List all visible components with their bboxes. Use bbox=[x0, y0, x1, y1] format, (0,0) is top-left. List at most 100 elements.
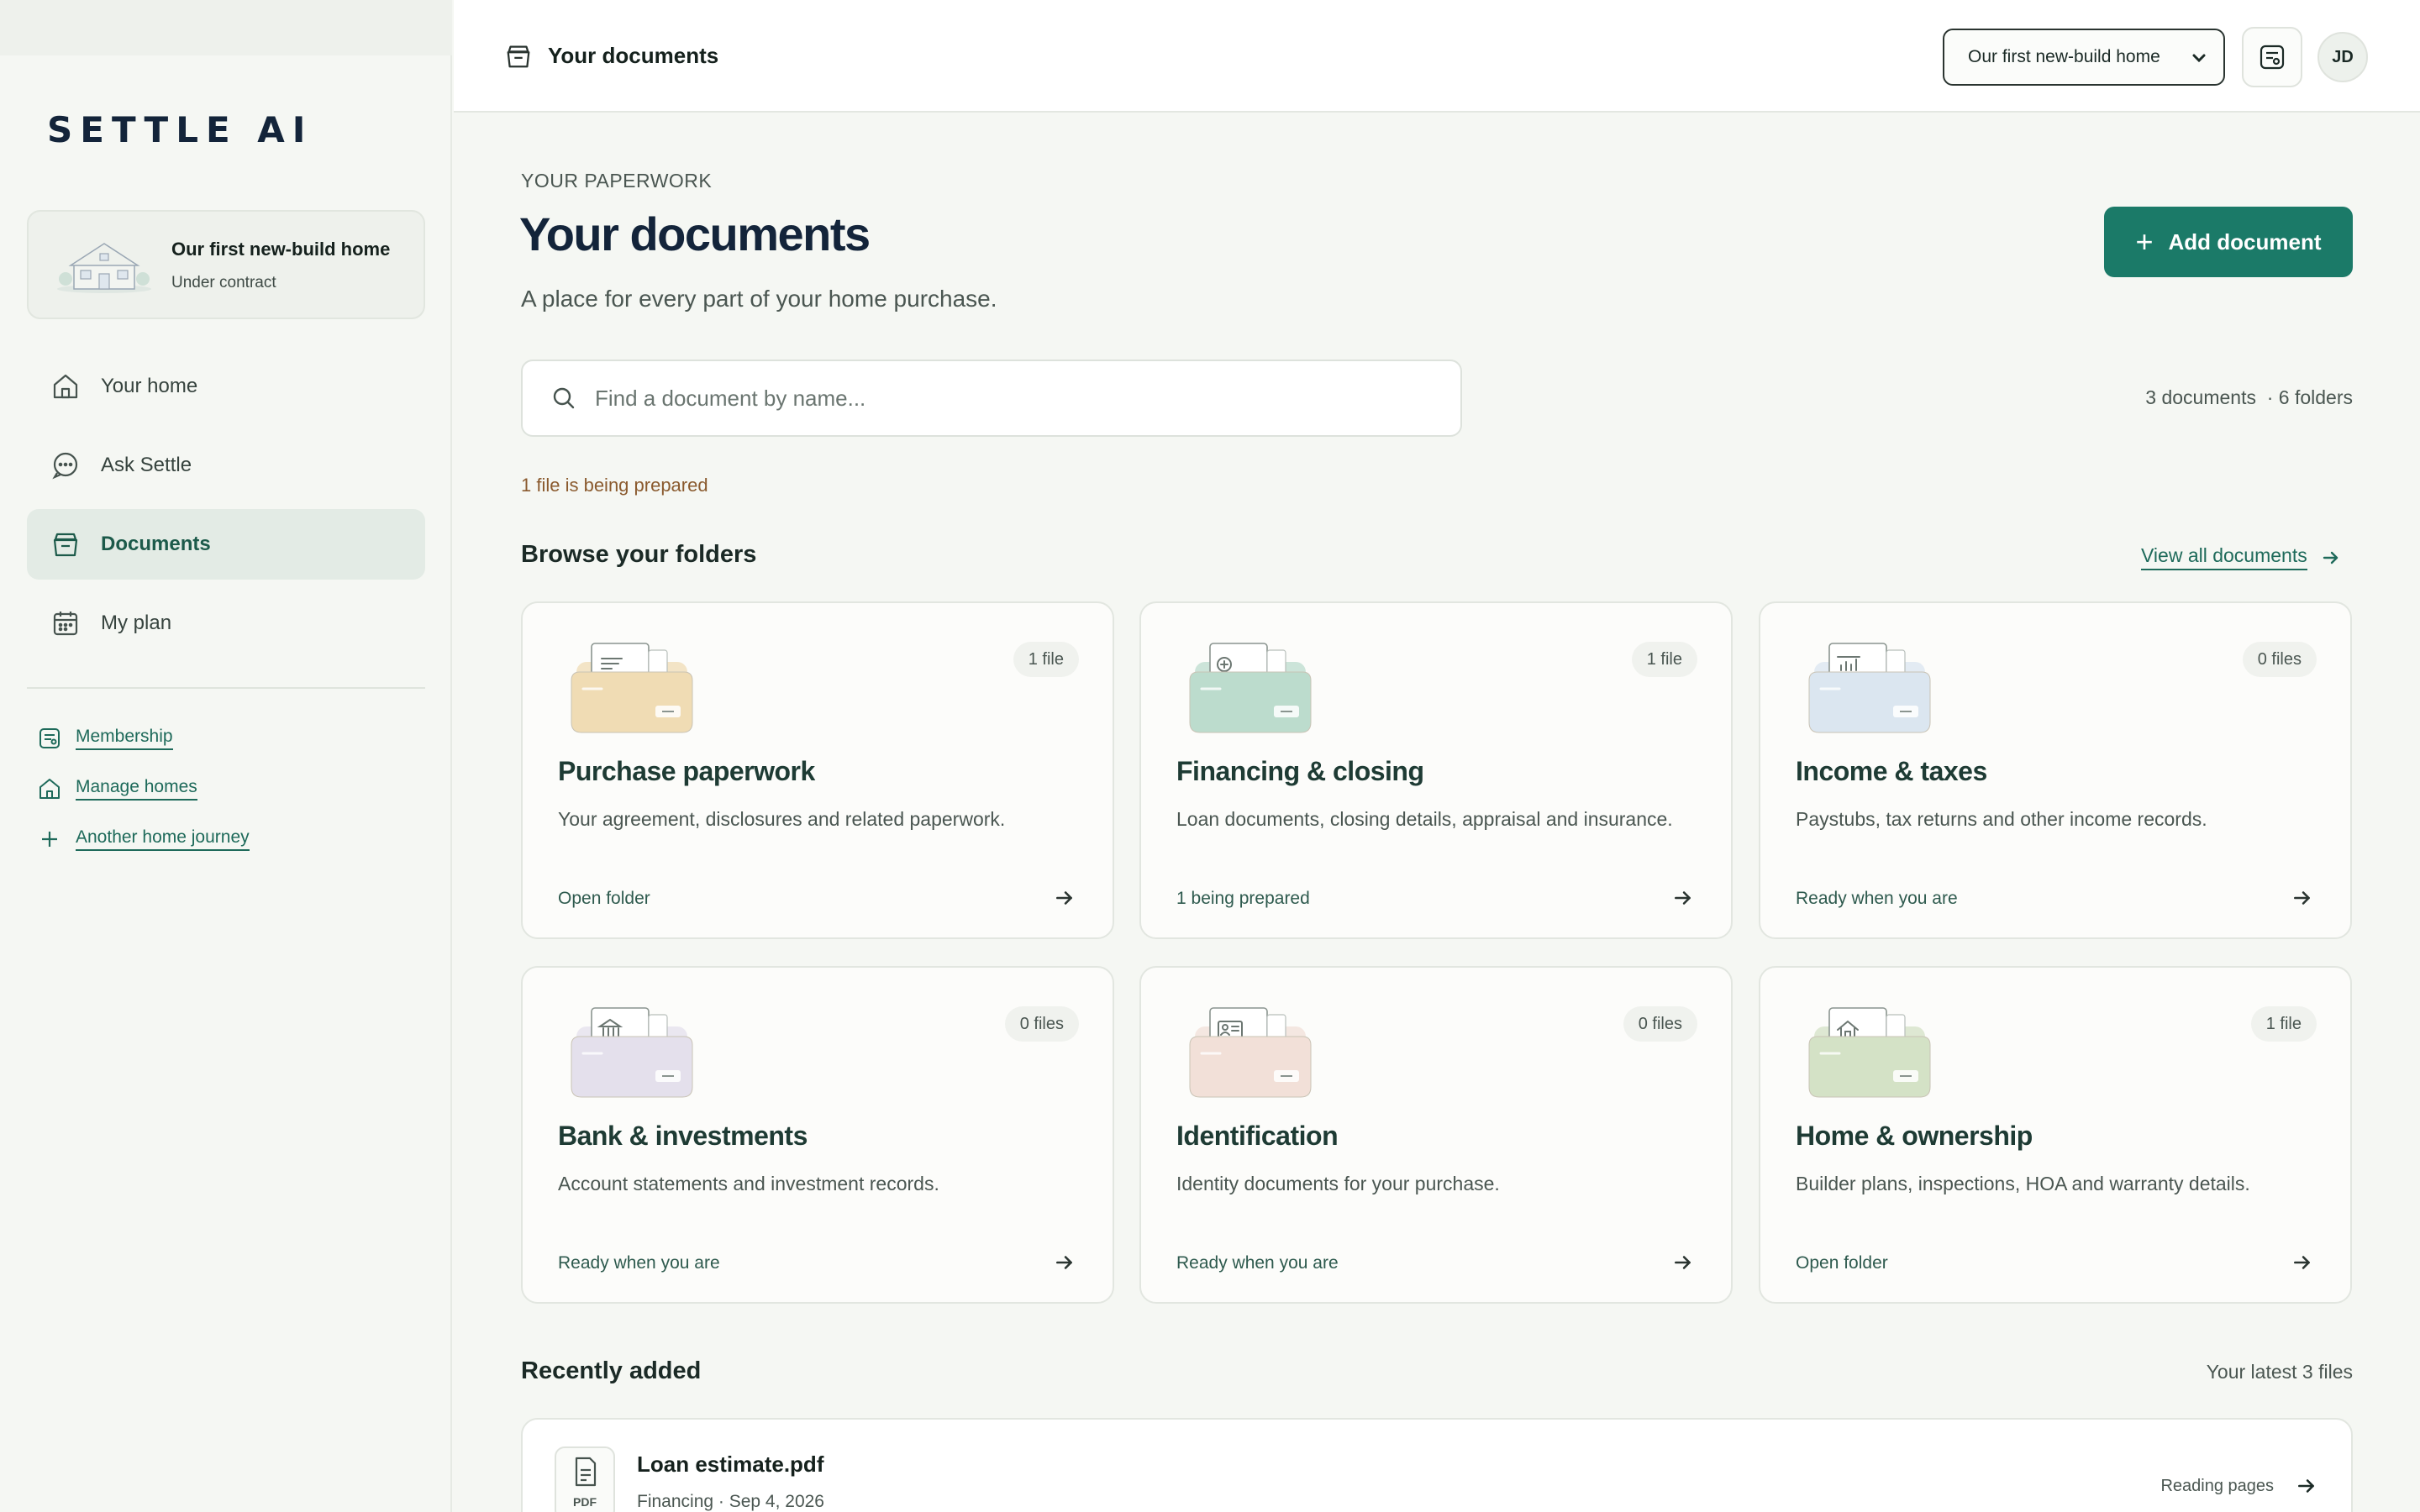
arrow-right-icon bbox=[2298, 1479, 2314, 1493]
arrow-right-icon bbox=[2294, 1256, 2310, 1269]
recent-file-name: Loan estimate.pdf bbox=[637, 1452, 824, 1477]
pdf-file-icon: PDF bbox=[555, 1446, 615, 1512]
folder-status: Open folder bbox=[558, 889, 650, 908]
recent-file-status: Reading pages bbox=[2160, 1477, 2274, 1495]
folder-finance-icon bbox=[1189, 643, 1312, 733]
recent-file-row[interactable]: PDF Loan estimate.pdf Financing · Sep 4,… bbox=[521, 1418, 2353, 1512]
preparing-status: 1 file is being prepared bbox=[521, 475, 708, 496]
nav-item-ask-settle[interactable]: Ask Settle bbox=[27, 430, 425, 501]
plus-icon: + bbox=[2135, 224, 2154, 259]
document-stack-icon bbox=[50, 529, 81, 559]
folder-chart-icon bbox=[1808, 643, 1931, 733]
page-title: Your documents bbox=[519, 207, 871, 260]
add-document-button[interactable]: + Add document bbox=[2104, 207, 2353, 277]
nav-item-my-plan[interactable]: My plan bbox=[27, 588, 425, 659]
current-home-card[interactable]: Our first new-build home Under contract bbox=[27, 210, 425, 319]
recent-file-meta: Financing · Sep 4, 2026 bbox=[637, 1492, 824, 1511]
folder-description: Account statements and investment record… bbox=[558, 1173, 939, 1194]
nav-item-documents[interactable]: Documents bbox=[27, 509, 425, 580]
file-count-badge: 1 file bbox=[1631, 642, 1697, 677]
home-card-title: Our first new-build home bbox=[171, 239, 391, 260]
folder-status: Ready when you are bbox=[558, 1253, 720, 1273]
manage-homes-link[interactable]: Manage homes bbox=[37, 776, 197, 801]
home-icon bbox=[50, 371, 81, 402]
recently-added-note: Your latest 3 files bbox=[2206, 1361, 2353, 1383]
folder-card[interactable]: 0 files Bank & investments Account stateme… bbox=[521, 966, 1114, 1304]
recently-added-heading: Recently added bbox=[521, 1357, 702, 1384]
file-count-badge: 1 file bbox=[1013, 642, 1079, 677]
arrow-right-icon bbox=[2294, 891, 2310, 905]
folder-bank-icon bbox=[571, 1007, 693, 1098]
folder-status: 1 being prepared bbox=[1176, 889, 1310, 908]
document-counts: 3 documents · 6 folders bbox=[2145, 386, 2353, 408]
folder-title: Identification bbox=[1176, 1121, 1339, 1151]
home-icon bbox=[37, 776, 62, 801]
folder-card[interactable]: 1 file Purchase paperwork Your agreement, … bbox=[521, 601, 1114, 939]
folder-description: Paystubs, tax returns and other income r… bbox=[1796, 808, 2207, 830]
topbar: Your documents Our first new-build home … bbox=[454, 0, 2420, 113]
folder-id-icon bbox=[1189, 1007, 1312, 1098]
sidebar-divider bbox=[27, 687, 425, 689]
page-eyebrow: YOUR PAPERWORK bbox=[521, 170, 713, 192]
folder-description: Your agreement, disclosures and related … bbox=[558, 808, 1006, 830]
user-avatar[interactable]: JD bbox=[2317, 32, 2368, 82]
folder-description: Loan documents, closing details, apprais… bbox=[1176, 808, 1673, 830]
settings-button[interactable] bbox=[2242, 27, 2302, 87]
arrow-right-icon bbox=[1056, 1256, 1072, 1269]
sidebar: SETTLE AI Our first new-build home Under… bbox=[0, 0, 452, 1512]
search-box[interactable] bbox=[521, 360, 1462, 437]
another-home-journey-link[interactable]: Another home journey bbox=[37, 827, 250, 852]
another-home-journey-link-label: Another home journey bbox=[76, 827, 250, 851]
folder-card[interactable]: 1 file Home & ownership Builder plans, ins… bbox=[1759, 966, 2352, 1304]
home-select-value: Our first new-build home bbox=[1968, 47, 2160, 66]
folder-title: Income & taxes bbox=[1796, 756, 1987, 786]
file-count-badge: 0 files bbox=[2242, 642, 2317, 677]
folder-title: Financing & closing bbox=[1176, 756, 1424, 786]
file-count-badge: 1 file bbox=[2250, 1006, 2317, 1042]
folder-card[interactable]: 1 file Financing & closing Loan documents,… bbox=[1139, 601, 1733, 939]
search-input[interactable] bbox=[595, 385, 1402, 412]
arrow-right-icon bbox=[2323, 551, 2338, 564]
arrow-right-icon bbox=[1675, 1256, 1691, 1269]
plus-icon bbox=[37, 827, 62, 852]
arrow-right-icon bbox=[1675, 891, 1691, 905]
nav-item-your-home[interactable]: Your home bbox=[27, 351, 425, 422]
calendar-icon bbox=[50, 608, 81, 638]
arrow-right-icon bbox=[1056, 891, 1072, 905]
file-count-badge: 0 files bbox=[1004, 1006, 1079, 1042]
manage-homes-link-label: Manage homes bbox=[76, 777, 197, 801]
folder-status: Ready when you are bbox=[1796, 889, 1958, 908]
folders-heading: Browse your folders bbox=[521, 541, 757, 568]
home-card-status: Under contract bbox=[171, 274, 276, 291]
app-logo[interactable]: SETTLE AI bbox=[47, 109, 313, 150]
folder-home-icon bbox=[1808, 1007, 1931, 1098]
folder-status: Ready when you are bbox=[1176, 1253, 1339, 1273]
chat-bubble-icon bbox=[50, 450, 81, 480]
folder-title: Purchase paperwork bbox=[558, 756, 815, 786]
house-illustration-icon bbox=[57, 243, 151, 293]
folder-status: Open folder bbox=[1796, 1253, 1888, 1273]
search-icon bbox=[551, 386, 576, 411]
folder-title: Home & ownership bbox=[1796, 1121, 2033, 1151]
file-extension: PDF bbox=[573, 1495, 597, 1509]
nav-label: My plan bbox=[101, 612, 172, 634]
page-subtitle: A place for every part of your home purc… bbox=[521, 286, 997, 312]
folder-card[interactable]: 0 files Income & taxes Paystubs, tax retur… bbox=[1759, 601, 2352, 939]
document-stack-icon bbox=[507, 45, 530, 68]
topbar-title: Your documents bbox=[548, 43, 719, 68]
folder-title: Bank & investments bbox=[558, 1121, 808, 1151]
chevron-down-icon bbox=[2192, 54, 2206, 63]
membership-link[interactable]: Membership bbox=[37, 726, 173, 751]
folder-description: Identity documents for your purchase. bbox=[1176, 1173, 1500, 1194]
sidebar-top-band bbox=[0, 0, 452, 55]
file-count-badge: 0 files bbox=[1623, 1006, 1697, 1042]
sliders-card-icon bbox=[2260, 45, 2285, 70]
membership-link-label: Membership bbox=[76, 727, 173, 750]
folder-card[interactable]: 0 files Identification Identity documents … bbox=[1139, 966, 1733, 1304]
nav-label: Documents bbox=[101, 533, 211, 555]
folder-description: Builder plans, inspections, HOA and warr… bbox=[1796, 1173, 2250, 1194]
view-all-documents-link[interactable]: View all documents bbox=[2141, 544, 2341, 570]
nav-label: Your home bbox=[101, 375, 198, 397]
home-select-dropdown[interactable]: Our first new-build home bbox=[1943, 29, 2225, 86]
membership-card-icon bbox=[37, 726, 62, 751]
